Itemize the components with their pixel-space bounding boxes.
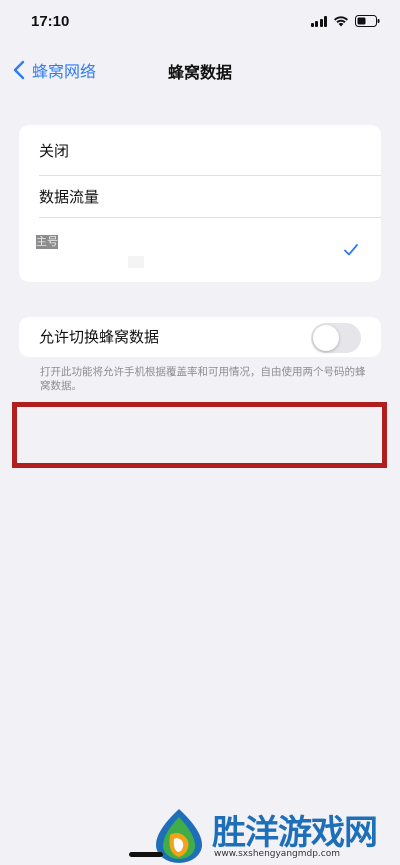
watermark-title: 胜洋游戏网 [212,813,378,853]
allow-switch-description: 打开此功能将允许手机根据覆盖率和可用情况，自由使用两个号码的蜂窝数据。 [40,366,366,392]
watermark-url: www.sxshengyangmdp.com [214,849,341,859]
cellular-signal-icon [310,15,327,27]
image-artifact [128,256,144,268]
allow-switch-cellular-row: 允许切换蜂窝数据 [19,317,381,357]
checkmark-icon [344,244,358,256]
navigation-bar: 蜂窝网络 蜂窝数据 [0,50,400,90]
option-primary-sim[interactable] [19,217,381,282]
allow-switch-cellular-label: 允许切换蜂窝数据 [39,328,160,346]
status-icons [310,15,381,27]
status-time: 17:10 [31,13,70,30]
option-data-traffic-label: 数据流量 [39,187,100,206]
option-data-traffic[interactable]: 数据流量 [19,175,381,217]
allow-switch-cellular-toggle[interactable] [311,323,361,353]
wifi-icon [333,15,349,27]
option-off[interactable]: 关闭 [19,125,381,175]
option-off-label: 关闭 [39,141,70,160]
battery-icon [355,15,380,27]
page-title: 蜂窝数据 [167,63,232,82]
status-bar: 17:10 [0,0,400,46]
option-primary-sim-label: 主号 [36,235,58,249]
home-indicator[interactable] [129,852,163,857]
highlight-annotation-box [12,402,387,468]
toggle-knob [313,325,339,351]
watermark: 胜洋游戏网 www.sxshengyangmdp.com [150,805,400,865]
cellular-data-options: 关闭 数据流量 主号 [19,125,381,282]
